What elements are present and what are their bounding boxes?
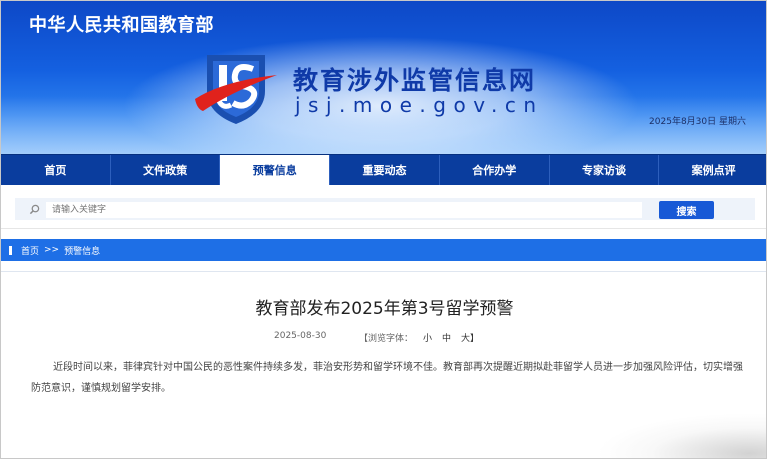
breadcrumb-current[interactable]: 预警信息: [64, 244, 100, 257]
nav-item-warnings[interactable]: 预警信息: [220, 155, 331, 185]
breadcrumb-separator: >>: [44, 245, 60, 255]
breadcrumb-marker: [9, 245, 12, 255]
nav-item-cases[interactable]: 案例点评: [659, 155, 766, 185]
nav-item-home[interactable]: 首页: [1, 155, 111, 185]
search-icon: [29, 204, 40, 215]
article-body: 近段时间以来，菲律宾针对中国公民的恶性案件持续多发，菲治安形势和留学环境不佳。教…: [31, 362, 743, 394]
font-size-controls: 【浏览字体： 小 中 大】: [359, 331, 479, 344]
corner-shadow: [596, 413, 766, 458]
nav-item-news[interactable]: 重要动态: [330, 155, 440, 185]
current-date: 2025年8月30日 星期六: [649, 117, 746, 127]
main-nav: 首页 文件政策 预警信息 重要动态 合作办学 专家访谈 案例点评: [1, 154, 766, 185]
font-size-medium-button[interactable]: 中: [442, 331, 451, 344]
search-bar: [1, 185, 766, 229]
nav-item-interviews[interactable]: 专家访谈: [550, 155, 660, 185]
search-button[interactable]: 搜索: [659, 201, 714, 219]
article-date: 2025-08-30: [274, 331, 327, 341]
article-title: 教育部发布2025年第3号留学预警: [255, 299, 514, 319]
font-size-small-button[interactable]: 小: [423, 331, 432, 344]
nav-item-cooperation[interactable]: 合作办学: [440, 155, 550, 185]
site-domain: jsj.moe.gov.cn: [295, 93, 544, 117]
site-name: 教育涉外监管信息网: [293, 66, 537, 95]
header-banner: 中华人民共和国教育部 教育涉外监管信息网 jsj.moe.gov.cn 2025…: [1, 1, 766, 154]
font-size-large-button[interactable]: 大】: [461, 331, 479, 344]
breadcrumb: 首页 >> 预警信息: [1, 239, 766, 261]
gov-name[interactable]: 中华人民共和国教育部: [29, 11, 214, 37]
site-logo-icon[interactable]: [193, 51, 279, 127]
nav-item-policy[interactable]: 文件政策: [111, 155, 221, 185]
breadcrumb-home[interactable]: 首页: [21, 244, 39, 257]
page-frame: 中华人民共和国教育部 教育涉外监管信息网 jsj.moe.gov.cn 2025…: [0, 0, 767, 459]
font-size-label: 【浏览字体：: [359, 334, 414, 344]
search-input[interactable]: [46, 202, 642, 218]
